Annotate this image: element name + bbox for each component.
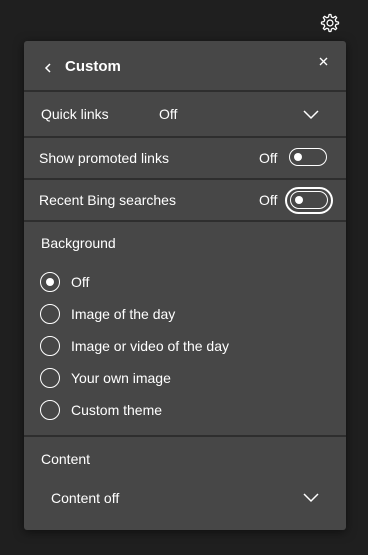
background-heading: Background <box>41 235 116 251</box>
radio-label-your-own-image[interactable]: Your own image <box>71 369 171 387</box>
bing-searches-state: Off <box>259 192 278 208</box>
chevron-down-icon[interactable] <box>302 109 320 121</box>
divider <box>24 90 346 92</box>
radio-image-or-video-of-the-day[interactable] <box>40 336 60 356</box>
quick-links-label: Quick links <box>41 106 109 122</box>
chevron-down-icon[interactable] <box>302 492 320 504</box>
promoted-links-state: Off <box>259 150 278 166</box>
content-heading: Content <box>41 451 91 467</box>
bing-searches-toggle[interactable] <box>290 191 328 209</box>
radio-your-own-image[interactable] <box>40 368 60 388</box>
quick-links-value[interactable]: Off <box>159 105 177 123</box>
radio-custom-theme[interactable] <box>40 400 60 420</box>
content-select-value[interactable]: Content off <box>51 489 119 507</box>
radio-image-of-the-day[interactable] <box>40 304 60 324</box>
divider <box>24 220 346 222</box>
bing-searches-label: Recent Bing searches <box>39 192 176 208</box>
promoted-links-label: Show promoted links <box>39 150 169 166</box>
customize-panel: Custom Quick links Off Show promoted lin… <box>24 41 346 530</box>
divider <box>24 435 346 437</box>
radio-background-off[interactable] <box>40 272 60 292</box>
promoted-links-toggle[interactable] <box>289 148 327 166</box>
radio-label-image-of-the-day[interactable]: Image of the day <box>71 305 175 323</box>
chevron-left-icon[interactable] <box>41 60 55 76</box>
panel-title: Custom <box>65 58 121 75</box>
radio-label-off[interactable]: Off <box>71 273 89 291</box>
close-icon[interactable] <box>317 55 331 69</box>
toggle-knob <box>294 152 302 161</box>
radio-selected-dot <box>45 277 54 286</box>
toggle-knob <box>295 195 303 204</box>
radio-label-image-or-video[interactable]: Image or video of the day <box>71 337 229 355</box>
gear-icon[interactable] <box>319 12 341 34</box>
divider <box>24 136 346 138</box>
divider <box>24 178 346 180</box>
radio-label-custom-theme[interactable]: Custom theme <box>71 401 162 419</box>
